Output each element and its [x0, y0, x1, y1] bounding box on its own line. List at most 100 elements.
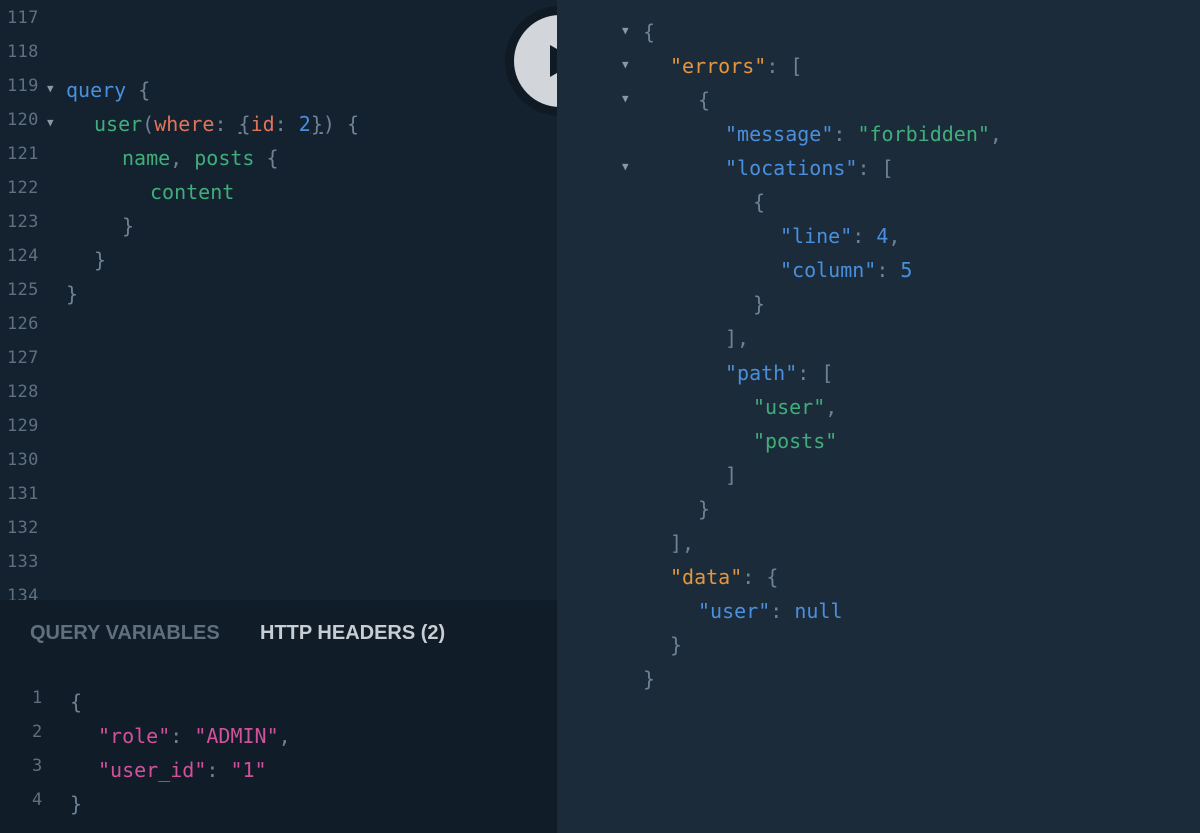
editor-line[interactable]: 130 [0, 446, 557, 480]
json-value-path-user: "user" [753, 395, 826, 419]
fold-toggle-icon[interactable]: ▼ [622, 58, 629, 71]
editor-line[interactable]: 125} [0, 276, 557, 310]
json-key-line: "line" [780, 224, 853, 248]
comma: , [278, 724, 291, 748]
line-number: 118 [7, 42, 39, 62]
json-punc: : [ [857, 156, 894, 180]
close-brace: } [122, 214, 135, 238]
editor-line[interactable]: 128 [0, 378, 557, 412]
editor-line[interactable]: 131 [0, 480, 557, 514]
json-key-user: "user" [698, 599, 771, 623]
editor-line[interactable]: 123} [0, 208, 557, 242]
line-number: 133 [7, 552, 39, 572]
json-key-message: "message" [725, 122, 834, 146]
editor-line[interactable]: 121 name, posts { [0, 140, 557, 174]
user-id-key: "user_id" [98, 758, 207, 782]
line-number: 134 [7, 586, 39, 600]
open-brace: { [138, 78, 151, 102]
json-brace: } [698, 497, 711, 521]
fold-toggle-icon[interactable]: ▼ [622, 160, 629, 173]
editor-line[interactable]: 124} [0, 242, 557, 276]
paren: ( [142, 112, 155, 136]
fold-toggle-icon[interactable]: ▼ [622, 92, 629, 105]
result-viewer[interactable]: ▼{ ▼ "errors": [ ▼{ "message": "forbidden… [557, 0, 1200, 833]
query-editor[interactable]: 117 118 119 ▼ query {120 ▼ user(where: {id: 2}… [0, 0, 557, 600]
tab-query-variables[interactable]: QUERY VARIABLES [30, 622, 220, 645]
inner-brace-close: } [310, 112, 323, 136]
json-punc: : [833, 122, 858, 146]
fold-toggle-icon[interactable]: ▼ [622, 24, 629, 37]
line-number: 126 [7, 314, 39, 334]
line-number: 4 [32, 790, 43, 810]
json-value-message: "forbidden" [857, 122, 990, 146]
json-key-locations: "locations" [725, 156, 858, 180]
json-key-errors: "errors" [670, 54, 767, 78]
editor-line[interactable]: 127 [0, 344, 557, 378]
json-bracket: ], [670, 531, 695, 555]
where-arg: where [154, 112, 215, 136]
close-brace: } [94, 248, 107, 272]
json-punc: : [ [766, 54, 803, 78]
json-value-line: 4 [876, 224, 889, 248]
editor-line[interactable]: 134 [0, 582, 557, 600]
line-number: 132 [7, 518, 39, 538]
colon: : [214, 112, 239, 136]
line-number: 129 [7, 416, 39, 436]
fold-toggle-icon[interactable]: ▼ [47, 82, 54, 95]
json-value-column: 5 [900, 258, 913, 282]
role-value: "ADMIN" [194, 724, 279, 748]
line-number: 119 [7, 76, 39, 96]
json-punc: : [770, 599, 795, 623]
editor-line[interactable]: 119 ▼ query { [0, 72, 557, 106]
posts-brace: { [254, 146, 279, 170]
json-value-path-posts: "posts" [753, 429, 838, 453]
query-keyword: query [66, 78, 127, 102]
editor-line[interactable]: 132 [0, 514, 557, 548]
editor-line[interactable]: 126 [0, 310, 557, 344]
json-brace: { [643, 20, 656, 44]
line-number: 120 [7, 110, 39, 130]
line-number: 3 [32, 756, 43, 776]
line-number: 130 [7, 450, 39, 470]
editor-line[interactable]: 129 [0, 412, 557, 446]
inner-brace-open: { [238, 112, 251, 136]
editor-line[interactable]: 120 ▼ user(where: {id: 2}) { [0, 106, 557, 140]
close-brace: } [70, 792, 83, 816]
line-number: 131 [7, 484, 39, 504]
json-bracket: ] [725, 463, 738, 487]
user-field: user [94, 112, 143, 136]
line-number: 2 [32, 722, 43, 742]
header-editor-line[interactable]: 2 "role": "ADMIN", [0, 718, 557, 752]
user-id-value: "1" [230, 758, 267, 782]
header-editor-line[interactable]: 1 { [0, 684, 557, 718]
json-key-column: "column" [780, 258, 877, 282]
colon: : [206, 758, 231, 782]
colon: : [170, 724, 195, 748]
line-number: 123 [7, 212, 39, 232]
json-brace: { [698, 88, 711, 112]
role-key: "role" [98, 724, 171, 748]
content-field: content [150, 180, 235, 204]
json-punc: , [825, 395, 838, 419]
header-editor-line[interactable]: 3 "user_id": "1" [0, 752, 557, 786]
posts-field: posts [194, 146, 255, 170]
variables-pane: QUERY VARIABLES HTTP HEADERS (2) 1 { 2 "… [0, 600, 557, 833]
colon: : [274, 112, 299, 136]
header-editor-line[interactable]: 4 } [0, 786, 557, 820]
json-brace: } [643, 667, 656, 691]
comma: , [170, 146, 195, 170]
line-number: 128 [7, 382, 39, 402]
json-brace: } [753, 292, 766, 316]
id-key: id [250, 112, 275, 136]
tab-http-headers[interactable]: HTTP HEADERS (2) [260, 622, 445, 645]
close-brace: } [66, 282, 79, 306]
editor-line[interactable]: 117 [0, 4, 557, 38]
json-punc: : [ [797, 361, 834, 385]
editor-line[interactable]: 133 [0, 548, 557, 582]
json-bracket: ], [725, 326, 750, 350]
id-value: 2 [298, 112, 311, 136]
editor-line[interactable]: 122 content [0, 174, 557, 208]
line-number: 127 [7, 348, 39, 368]
editor-line[interactable]: 118 [0, 38, 557, 72]
fold-toggle-icon[interactable]: ▼ [47, 116, 54, 129]
